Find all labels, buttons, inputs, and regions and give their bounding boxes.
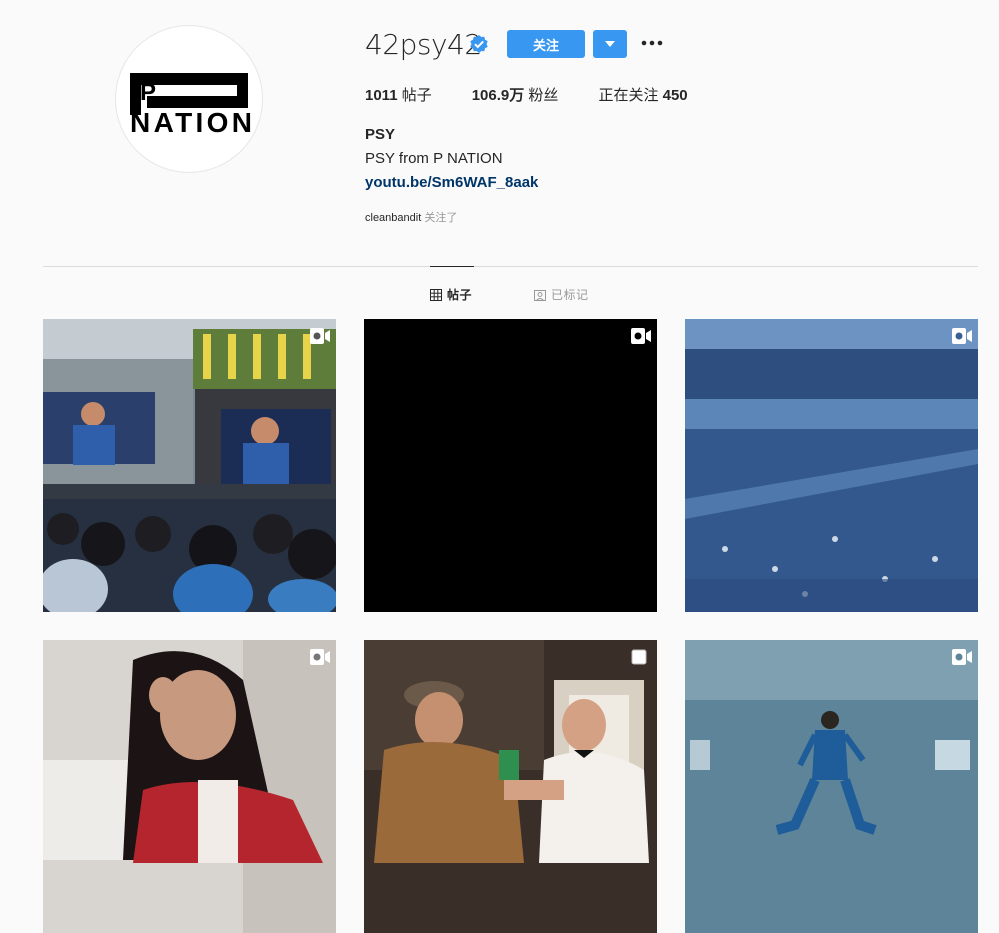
post-tile[interactable] xyxy=(685,640,978,933)
post-tile[interactable] xyxy=(43,640,336,933)
followers-count: 106.9万 xyxy=(471,87,525,104)
post-thumbnail-stadium-crowd xyxy=(685,319,978,612)
post-tile[interactable] xyxy=(685,319,978,612)
tab-posts[interactable]: 帖子 xyxy=(430,286,472,303)
video-icon xyxy=(310,328,330,344)
followers-stat[interactable]: 106.9万 粉丝 xyxy=(472,84,559,105)
profile-fullname: PSY xyxy=(365,126,396,143)
p-nation-logo: P NATION xyxy=(130,73,252,138)
profile-username: 42psy42 xyxy=(365,28,482,61)
following-stat-label: 正在关注 xyxy=(598,87,663,104)
profile-bio: PSY from P NATION xyxy=(365,150,503,167)
followed-by-suffix: 关注了 xyxy=(421,212,458,224)
verified-badge-icon xyxy=(470,35,488,53)
followers-stat-label: 粉丝 xyxy=(524,87,559,104)
logo-letter-p: P xyxy=(140,79,156,106)
following-count: 450 xyxy=(662,87,688,104)
video-icon xyxy=(952,649,972,665)
post-tile[interactable] xyxy=(43,319,336,612)
profile-avatar[interactable]: P NATION xyxy=(115,25,263,173)
video-icon xyxy=(952,328,972,344)
post-tile[interactable] xyxy=(364,319,657,612)
posts-stat: 1011 帖子 xyxy=(365,84,432,105)
tab-tagged[interactable]: 已标记 xyxy=(534,286,589,303)
tab-tagged-label: 已标记 xyxy=(551,288,589,302)
followed-by-text[interactable]: cleanbandit 关注了 xyxy=(365,209,457,225)
caret-down-icon xyxy=(605,41,615,47)
suggested-dropdown-button[interactable] xyxy=(593,30,627,58)
tabs-divider xyxy=(43,266,978,267)
video-icon xyxy=(631,328,651,344)
profile-stats: 1011 帖子 106.9万 粉丝 正在关注 450 xyxy=(365,84,728,105)
posts-count: 1011 xyxy=(365,87,398,104)
post-thumbnail-woman-portrait xyxy=(43,640,336,933)
follow-button[interactable]: 关注 xyxy=(507,30,585,58)
post-thumbnail-black xyxy=(364,319,657,612)
carousel-icon xyxy=(631,649,647,665)
post-thumbnail-dancer-stage xyxy=(685,640,978,933)
following-stat[interactable]: 正在关注 450 xyxy=(598,84,687,105)
grid-icon xyxy=(430,288,442,301)
post-tile[interactable] xyxy=(364,640,657,933)
active-tab-indicator xyxy=(430,266,474,267)
followed-by-username: cleanbandit xyxy=(365,212,422,224)
profile-link[interactable]: youtu.be/Sm6WAF_8aak xyxy=(365,174,538,191)
logo-word-nation: NATION xyxy=(130,107,252,138)
more-options-icon[interactable] xyxy=(640,36,664,50)
post-thumbnail-concert-stage xyxy=(43,319,336,612)
posts-stat-label: 帖子 xyxy=(397,87,432,104)
post-thumbnail-backstage xyxy=(364,640,657,933)
tagged-user-icon xyxy=(534,289,546,301)
tab-posts-label: 帖子 xyxy=(447,288,473,302)
video-icon xyxy=(310,649,330,665)
